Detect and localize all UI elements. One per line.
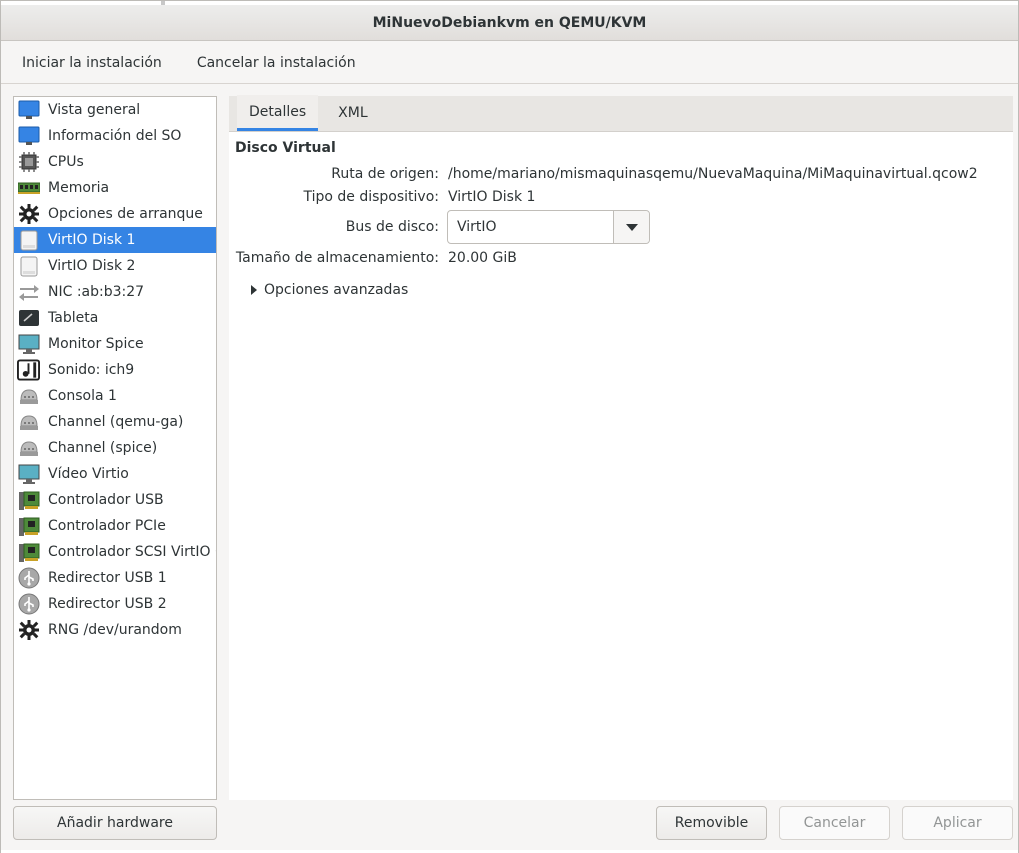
- sidebar-item[interactable]: Vídeo Virtio: [14, 461, 216, 487]
- sidebar-item[interactable]: Controlador PCIe: [14, 513, 216, 539]
- sidebar-item[interactable]: Sonido: ich9: [14, 357, 216, 383]
- display-icon: [17, 463, 40, 485]
- sidebar-item-label: Memoria: [48, 180, 110, 196]
- toolbar: Iniciar la instalación Cancelar la insta…: [1, 42, 1018, 84]
- sidebar-item[interactable]: Consola 1: [14, 383, 216, 409]
- sidebar-item[interactable]: Controlador USB: [14, 487, 216, 513]
- disk-bus-select[interactable]: VirtIO: [447, 210, 650, 244]
- display-icon: [17, 333, 40, 355]
- usb-icon: [17, 567, 40, 589]
- source-path-label: Ruta de origen:: [331, 166, 439, 182]
- sidebar-item-label: Controlador PCIe: [48, 518, 166, 534]
- details-panel: Detalles XML Disco Virtual Ruta de orige…: [229, 95, 1013, 800]
- chevron-down-icon[interactable]: [613, 211, 649, 243]
- sidebar-item-label: Vista general: [48, 102, 141, 118]
- sidebar-item-label: Monitor Spice: [48, 336, 144, 352]
- storage-size-row: Tamaño de almacenamiento: 20.00 GiB: [229, 247, 517, 269]
- expander-arrow-icon: [251, 285, 257, 295]
- sidebar-item[interactable]: Opciones de arranque: [14, 201, 216, 227]
- source-path-value: /home/mariano/mismaquinasqemu/NuevaMaqui…: [448, 166, 978, 182]
- gear-icon: [17, 619, 40, 641]
- apply-button[interactable]: Aplicar: [902, 806, 1013, 840]
- sidebar-item[interactable]: Channel (qemu-ga): [14, 409, 216, 435]
- controller-card-icon: [17, 489, 40, 511]
- serial-console-icon: [17, 437, 40, 459]
- storage-size-value: 20.00 GiB: [448, 250, 517, 266]
- sidebar-item-label: Sonido: ich9: [48, 362, 135, 378]
- sidebar-item-label: CPUs: [48, 154, 84, 170]
- advanced-options-label: Opciones avanzadas: [264, 282, 409, 298]
- controller-card-icon: [17, 541, 40, 563]
- tab-details[interactable]: Detalles: [237, 95, 319, 131]
- section-title: Disco Virtual: [235, 140, 336, 156]
- source-path-row: Ruta de origen: /home/mariano/mismaquina…: [229, 163, 978, 185]
- sidebar-item-label: RNG /dev/urandom: [48, 622, 182, 638]
- sidebar-item[interactable]: Redirector USB 2: [14, 591, 216, 617]
- cpu-chip-icon: [17, 151, 40, 173]
- sidebar-item-label: Consola 1: [48, 388, 117, 404]
- storage-size-label: Tamaño de almacenamiento:: [235, 250, 439, 266]
- controller-card-icon: [17, 515, 40, 537]
- sidebar-item[interactable]: Vista general: [14, 97, 216, 123]
- tablet-icon: [17, 307, 40, 329]
- disk-icon: [17, 229, 40, 251]
- cancel-button[interactable]: Cancelar: [779, 806, 890, 840]
- disk-icon: [17, 255, 40, 277]
- sidebar-item-label: Controlador SCSI VirtIO 0: [48, 544, 216, 560]
- serial-console-icon: [17, 411, 40, 433]
- disk-bus-label: Bus de disco:: [345, 219, 439, 235]
- sidebar-item-label: Redirector USB 1: [48, 570, 167, 586]
- sidebar-item[interactable]: Redirector USB 1: [14, 565, 216, 591]
- sidebar-item-label: VirtIO Disk 2: [48, 258, 136, 274]
- sidebar-item[interactable]: Información del SO: [14, 123, 216, 149]
- sidebar-item-label: Tableta: [48, 310, 99, 326]
- sidebar-item-label: Channel (spice): [48, 440, 158, 456]
- sidebar-item[interactable]: VirtIO Disk 2: [14, 253, 216, 279]
- sidebar-item-label: NIC :ab:b3:27: [48, 284, 145, 300]
- sidebar-item[interactable]: Channel (spice): [14, 435, 216, 461]
- sidebar-item-label: Información del SO: [48, 128, 182, 144]
- device-type-value: VirtIO Disk 1: [448, 189, 536, 205]
- sidebar-item[interactable]: Controlador SCSI VirtIO 0: [14, 539, 216, 565]
- start-install-button[interactable]: Iniciar la instalación: [22, 55, 162, 71]
- memory-module-icon: [17, 177, 40, 199]
- vm-details-window: MiNuevoDebiankvm en QEMU/KVM Iniciar la …: [0, 0, 1019, 853]
- network-arrows-icon: [17, 281, 40, 303]
- sidebar-item[interactable]: Memoria: [14, 175, 216, 201]
- disk-bus-value: VirtIO: [457, 219, 497, 235]
- cancel-install-button[interactable]: Cancelar la instalación: [197, 55, 356, 71]
- tab-bar: Detalles XML: [229, 95, 1013, 132]
- monitor-blue-icon: [17, 99, 40, 121]
- sidebar-item[interactable]: CPUs: [14, 149, 216, 175]
- sidebar-item-label: Vídeo Virtio: [48, 466, 129, 482]
- sidebar-item-label: Controlador USB: [48, 492, 164, 508]
- sidebar-item[interactable]: VirtIO Disk 1: [14, 227, 216, 253]
- advanced-options-expander[interactable]: Opciones avanzadas: [251, 282, 408, 298]
- disk-bus-row: Bus de disco:: [229, 216, 439, 238]
- add-hardware-button[interactable]: Añadir hardware: [13, 806, 217, 840]
- sound-icon: [17, 359, 40, 381]
- sidebar-item-label: Opciones de arranque: [48, 206, 203, 222]
- sidebar-item[interactable]: NIC :ab:b3:27: [14, 279, 216, 305]
- window-title: MiNuevoDebiankvm en QEMU/KVM: [1, 5, 1018, 41]
- gear-icon: [17, 203, 40, 225]
- hardware-list: Vista general Información del SO CPUs Memor…: [13, 96, 217, 800]
- sidebar-item-label: Redirector USB 2: [48, 596, 167, 612]
- sidebar-item-label: Channel (qemu-ga): [48, 414, 184, 430]
- device-type-label: Tipo de dispositivo:: [303, 189, 439, 205]
- sidebar-item[interactable]: RNG /dev/urandom: [14, 617, 216, 643]
- sidebar-item[interactable]: Monitor Spice: [14, 331, 216, 357]
- remove-button[interactable]: Removible: [656, 806, 767, 840]
- serial-console-icon: [17, 385, 40, 407]
- usb-icon: [17, 593, 40, 615]
- sidebar-item[interactable]: Tableta: [14, 305, 216, 331]
- tab-xml[interactable]: XML: [326, 95, 379, 131]
- sidebar-item-label: VirtIO Disk 1: [48, 232, 136, 248]
- device-type-row: Tipo de dispositivo: VirtIO Disk 1: [229, 186, 535, 208]
- monitor-blue-icon: [17, 125, 40, 147]
